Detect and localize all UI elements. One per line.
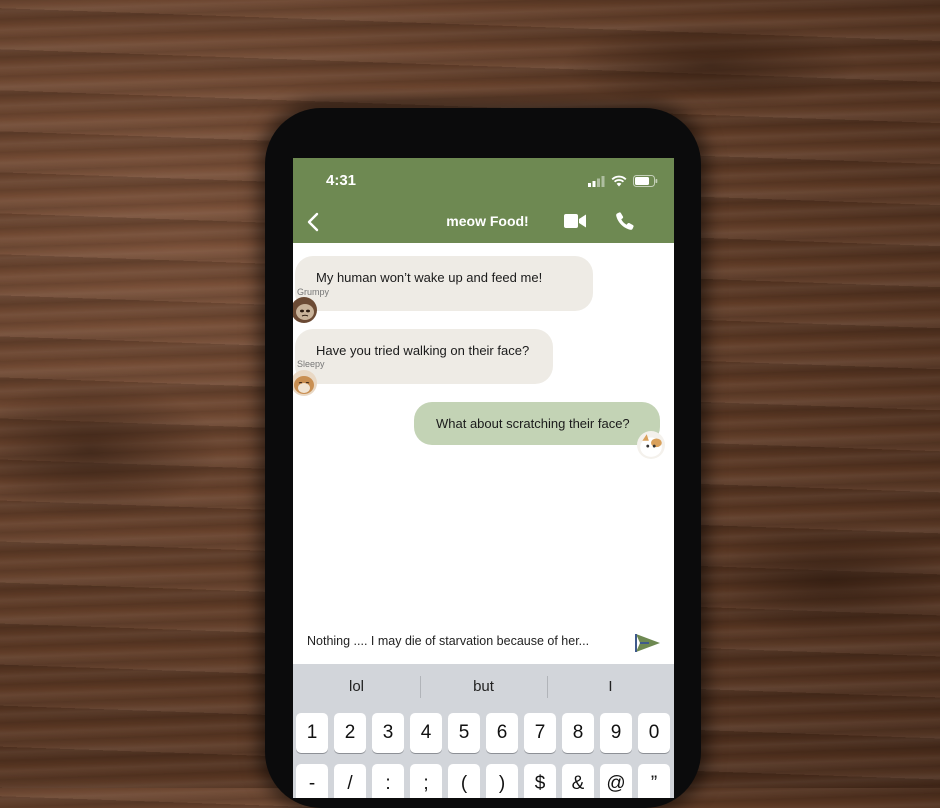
message-text: Have you tried walking on their face? bbox=[316, 343, 530, 358]
key[interactable]: ( bbox=[448, 764, 480, 798]
key[interactable]: : bbox=[372, 764, 404, 798]
status-icons bbox=[588, 175, 658, 187]
send-icon[interactable] bbox=[635, 633, 661, 653]
key[interactable]: ; bbox=[410, 764, 442, 798]
wood-grain-knot bbox=[700, 520, 940, 640]
key[interactable]: 2 bbox=[334, 713, 366, 753]
key[interactable]: 4 bbox=[410, 713, 442, 753]
phone-screen: 4:31 meow Food! My human won’t wake up a… bbox=[293, 158, 674, 798]
wood-grain-knot bbox=[560, 20, 860, 110]
keyboard: lol but I 1 2 3 4 5 6 7 8 9 0 - / : ; ( … bbox=[293, 664, 674, 798]
cat-avatar-sleepy[interactable] bbox=[293, 370, 317, 396]
status-time: 4:31 bbox=[326, 172, 357, 189]
message-text: What about scratching their face? bbox=[436, 416, 630, 431]
key[interactable]: & bbox=[562, 764, 594, 798]
suggestion-item[interactable]: but bbox=[420, 664, 547, 710]
key[interactable]: 7 bbox=[524, 713, 556, 753]
video-camera-icon[interactable] bbox=[563, 212, 587, 230]
suggestion-item[interactable]: lol bbox=[293, 664, 420, 710]
key[interactable]: $ bbox=[524, 764, 556, 798]
message-composer: Nothing .... I may die of starvation bec… bbox=[293, 624, 674, 664]
cat-avatar-grumpy[interactable] bbox=[293, 297, 317, 323]
keyboard-suggestions: lol but I bbox=[293, 664, 674, 710]
status-bar: 4:31 bbox=[293, 158, 674, 200]
message-input[interactable]: Nothing .... I may die of starvation bec… bbox=[307, 634, 589, 648]
key[interactable]: 3 bbox=[372, 713, 404, 753]
signal-icon bbox=[588, 176, 605, 187]
key[interactable]: 6 bbox=[486, 713, 518, 753]
key[interactable]: 8 bbox=[562, 713, 594, 753]
message-text: My human won’t wake up and feed me! bbox=[316, 270, 543, 285]
key[interactable]: @ bbox=[600, 764, 632, 798]
key[interactable]: / bbox=[334, 764, 366, 798]
keyboard-row-symbols: - / : ; ( ) $ & @ ” bbox=[296, 764, 670, 798]
suggestion-item[interactable]: I bbox=[547, 664, 674, 710]
key[interactable]: - bbox=[296, 764, 328, 798]
phone-icon[interactable] bbox=[615, 211, 635, 231]
sender-name: Grumpy bbox=[297, 287, 330, 297]
battery-icon bbox=[633, 175, 658, 187]
message-bubble-incoming[interactable]: My human won’t wake up and feed me! bbox=[295, 256, 593, 311]
key[interactable]: ” bbox=[638, 764, 670, 798]
chat-header: meow Food! bbox=[293, 200, 674, 243]
wifi-icon bbox=[611, 175, 627, 187]
key[interactable]: 0 bbox=[638, 713, 670, 753]
sender-name: Sleepy bbox=[297, 359, 325, 369]
cat-avatar-self[interactable] bbox=[637, 431, 665, 459]
key[interactable]: 1 bbox=[296, 713, 328, 753]
key[interactable]: 9 bbox=[600, 713, 632, 753]
key[interactable]: 5 bbox=[448, 713, 480, 753]
message-bubble-outgoing[interactable]: What about scratching their face? bbox=[414, 402, 660, 445]
keyboard-row-numbers: 1 2 3 4 5 6 7 8 9 0 bbox=[296, 713, 670, 753]
wood-grain-knot bbox=[0, 380, 220, 520]
key[interactable]: ) bbox=[486, 764, 518, 798]
message-bubble-incoming[interactable]: Have you tried walking on their face? bbox=[295, 329, 553, 384]
